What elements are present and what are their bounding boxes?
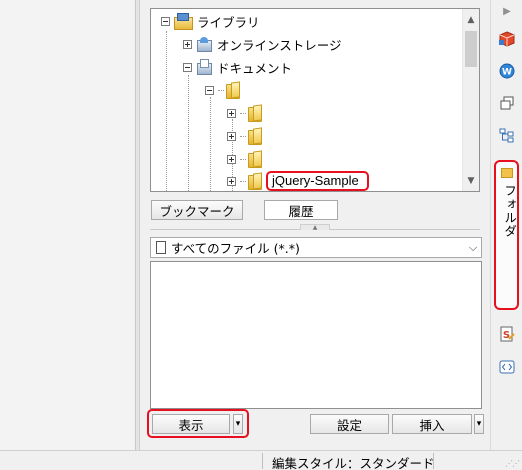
file-list[interactable] [150,261,482,409]
collapse-icon[interactable] [161,16,170,26]
folder-tree[interactable]: ライブラリ オンラインストレージ ドキュメント jQuery-Sample ▲ … [150,8,480,192]
tree-item-label: ライブラリ [197,14,260,30]
tree-scrollbar[interactable]: ▲ ▼ [462,9,479,191]
highlight-box: jQuery-Sample [266,171,369,191]
snippet-icon[interactable]: S [498,325,516,343]
web-icon[interactable]: W [498,62,516,80]
tree-item-label: ドキュメント [217,60,293,76]
file-icon [156,241,166,254]
collapse-icon[interactable] [183,62,192,72]
windows-icon[interactable] [498,94,516,112]
insert-button[interactable]: 挿入 [392,414,472,434]
folder-icon [501,168,513,178]
tab-history[interactable]: 履歴 [264,200,338,220]
expand-icon[interactable] [227,176,236,186]
online-storage-icon [196,36,212,52]
status-bar: 編集スタイル：スタンダード ⋰⋰ [0,450,522,470]
pane-splitter[interactable]: ▲ [150,224,480,233]
folder-icon [248,151,262,168]
settings-button[interactable]: 設定 [310,414,389,434]
scroll-up-icon[interactable]: ▲ [463,11,479,28]
insert-options-button[interactable]: ▾ [474,414,484,434]
code-icon[interactable] [498,358,516,376]
folder-icon [226,82,240,99]
tree-item-label: jQuery-Sample [272,173,359,188]
expand-icon[interactable] [227,131,236,141]
outline-icon[interactable] [498,126,516,144]
file-filter-dropdown[interactable]: すべてのファイル (*.*) ⌵ [150,237,482,258]
edit-style-status[interactable]: 編集スタイル：スタンダード [272,453,435,470]
tree-item-jquery-sample[interactable]: jQuery-Sample [227,170,369,191]
tree-item-library[interactable]: ライブラリ [161,10,260,32]
folder-icon [248,173,262,190]
svg-text:W: W [502,68,512,78]
tab-folder-label: フォルダ [502,184,517,238]
highlight-box [147,409,249,438]
tree-guide-line [188,75,189,191]
tree-item-label: オンラインストレージ [217,37,342,53]
tree-item-online-storage[interactable]: オンラインストレージ [183,33,342,55]
folder-icon [248,105,262,122]
expand-icon[interactable] [227,154,236,164]
collapse-panel-icon[interactable]: ▶ [498,2,516,20]
tree-item-folder[interactable] [227,102,268,124]
folder-panel: ライブラリ オンラインストレージ ドキュメント jQuery-Sample ▲ … [140,0,490,450]
library-icon [174,13,193,30]
documents-icon [196,59,212,75]
expand-icon[interactable] [183,39,192,49]
scroll-down-icon[interactable]: ▼ [463,172,479,189]
chevron-down-icon[interactable]: ⌵ [465,241,481,255]
expand-icon[interactable] [227,108,236,118]
file-filter-label: すべてのファイル (*.*) [171,241,300,256]
tree-item-documents[interactable]: ドキュメント [183,56,292,78]
tree-guide-line [210,97,211,191]
tree-item-folder[interactable] [205,79,246,101]
tree-guide-line [166,31,167,191]
chevron-up-icon[interactable]: ▲ [300,224,330,231]
tree-item-folder[interactable] [227,125,268,147]
left-pane [0,0,136,450]
svg-text:S: S [503,330,510,341]
cube-icon[interactable] [498,30,516,48]
tab-bookmark[interactable]: ブックマーク [151,200,243,220]
right-toolbar: ▶ W フォルダ S [490,0,522,450]
tab-folder[interactable]: フォルダ [494,160,519,310]
folder-icon [248,128,262,145]
collapse-icon[interactable] [205,85,214,95]
resize-grip-icon[interactable]: ⋰⋰ [505,459,520,468]
scrollbar-thumb[interactable] [465,31,477,67]
tree-item-folder[interactable] [227,148,268,170]
